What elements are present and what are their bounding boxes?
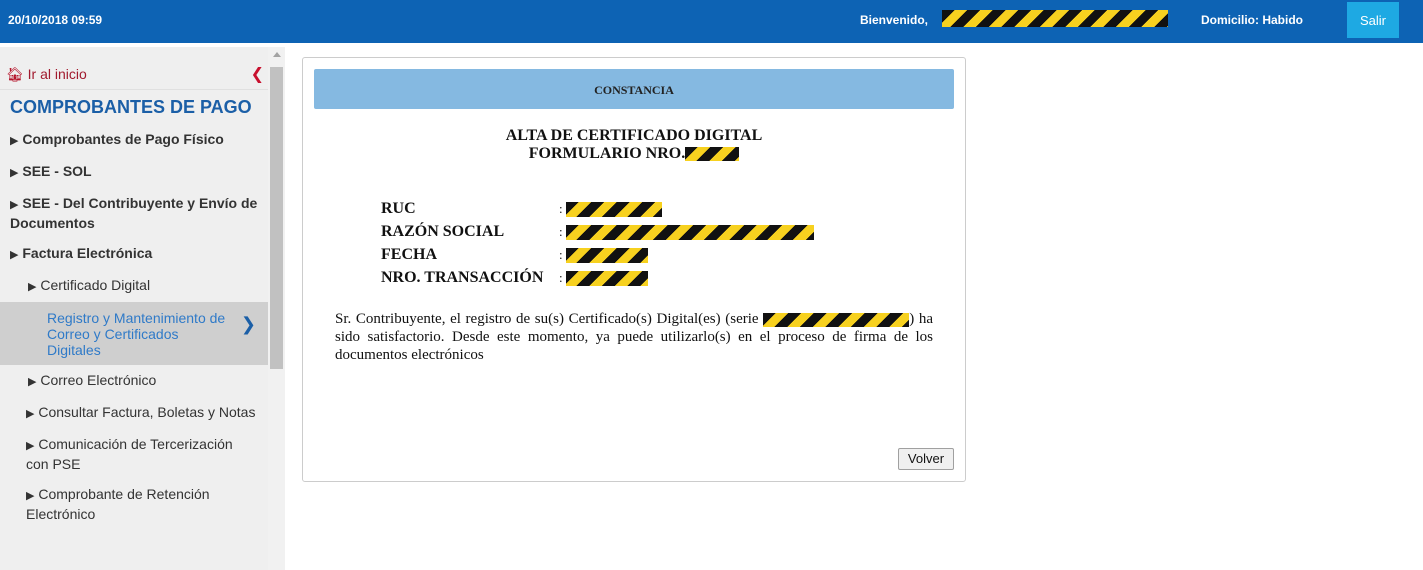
sidebar-item-factura-electronica[interactable]: ▶ Factura Electrónica bbox=[0, 238, 268, 270]
scroll-up-arrow-icon[interactable] bbox=[273, 52, 281, 57]
confirmation-message: Sr. Contribuyente, el registro de su(s) … bbox=[335, 310, 933, 364]
sidebar: 🏠︎ Ir al inicio ❮ COMPROBANTES DE PAGO ▶… bbox=[0, 47, 268, 570]
field-label: RAZÓN SOCIAL bbox=[381, 223, 505, 240]
sidebar-item-label: SEE - Del Contribuyente y Envío de Docum… bbox=[10, 195, 258, 231]
field-label: RUC bbox=[381, 200, 416, 217]
field-colon: : bbox=[559, 247, 563, 262]
form-number-label: FORMULARIO NRO. bbox=[528, 145, 686, 162]
scrollbar-thumb[interactable] bbox=[270, 67, 283, 369]
constancia-title: ALTA DE CERTIFICADO DIGITAL FORMULARIO N… bbox=[303, 127, 965, 163]
redacted-transaccion bbox=[565, 270, 648, 286]
top-bar: 20/10/2018 09:59 Bienvenido, Domicilio: … bbox=[0, 0, 1423, 43]
sidebar-item-comprobantes-fisico[interactable]: ▶ Comprobantes de Pago Físico bbox=[0, 124, 268, 156]
chevron-left-icon[interactable]: ❮ bbox=[251, 47, 264, 102]
sidebar-item-certificado-digital[interactable]: ▶ Certificado Digital bbox=[0, 270, 268, 302]
field-label: NRO. TRANSACCIÓN bbox=[381, 269, 544, 286]
sidebar-item-label: Comprobante de Retención Electrónico bbox=[26, 486, 210, 522]
field-ruc: RUC: bbox=[381, 197, 814, 220]
field-nro-transaccion: NRO. TRANSACCIÓN: bbox=[381, 266, 814, 289]
redacted-serie bbox=[763, 312, 910, 327]
welcome-label: Bienvenido, bbox=[860, 13, 929, 27]
triangle-right-icon: ▶ bbox=[26, 408, 35, 420]
sidebar-item-label: Certificado Digital bbox=[40, 277, 151, 293]
title-line-1: ALTA DE CERTIFICADO DIGITAL bbox=[505, 127, 763, 144]
redacted-username bbox=[942, 10, 1168, 27]
domicilio-status: Domicilio: Habido bbox=[1201, 13, 1303, 27]
sidebar-item-see-sol[interactable]: ▶ SEE - SOL bbox=[0, 156, 268, 188]
sidebar-item-consultar-factura[interactable]: ▶ Consultar Factura, Boletas y Notas bbox=[0, 397, 268, 429]
title-line-2: FORMULARIO NRO. bbox=[303, 145, 965, 163]
sidebar-item-label: Comprobantes de Pago Físico bbox=[22, 131, 224, 147]
field-razon-social: RAZÓN SOCIAL: bbox=[381, 220, 814, 243]
redacted-ruc bbox=[565, 201, 662, 217]
constancia-header: CONSTANCIA bbox=[314, 69, 954, 109]
home-link[interactable]: 🏠︎ Ir al inicio ❮ bbox=[0, 47, 268, 90]
sidebar-item-see-contribuyente[interactable]: ▶ SEE - Del Contribuyente y Envío de Doc… bbox=[0, 188, 268, 238]
redacted-fecha bbox=[565, 247, 648, 263]
sidebar-item-label: Correo Electrónico bbox=[40, 372, 157, 388]
sidebar-item-label: Consultar Factura, Boletas y Notas bbox=[38, 404, 256, 420]
sidebar-scrollbar[interactable] bbox=[268, 47, 285, 570]
sidebar-item-label: Comunicación de Tercerización con PSE bbox=[26, 436, 233, 472]
chevron-right-icon: ❯ bbox=[240, 314, 256, 334]
field-colon: : bbox=[559, 270, 563, 285]
triangle-right-icon: ▶ bbox=[28, 281, 37, 293]
triangle-right-icon: ▶ bbox=[28, 376, 37, 388]
sidebar-item-comprobante-retencion[interactable]: ▶ Comprobante de Retención Electrónico bbox=[0, 479, 268, 529]
field-label: FECHA bbox=[381, 246, 437, 263]
field-colon: : bbox=[559, 224, 563, 239]
triangle-right-icon: ▶ bbox=[10, 135, 19, 147]
home-link-label: Ir al inicio bbox=[27, 66, 87, 82]
sidebar-item-label: Registro y Mantenimiento de Correo y Cer… bbox=[47, 310, 226, 358]
message-part-1: Sr. Contribuyente, el registro de su(s) … bbox=[335, 311, 759, 327]
triangle-right-icon: ▶ bbox=[10, 199, 19, 211]
triangle-right-icon: ▶ bbox=[10, 249, 19, 261]
logout-button[interactable]: Salir bbox=[1347, 2, 1399, 38]
sidebar-item-registro-mantenimiento[interactable]: Registro y Mantenimiento de Correo y Cer… bbox=[0, 302, 268, 365]
session-datetime: 20/10/2018 09:59 bbox=[8, 13, 103, 27]
sidebar-item-tercerizacion-pse[interactable]: ▶ Comunicación de Tercerización con PSE bbox=[0, 429, 268, 479]
sidebar-item-label: SEE - SOL bbox=[22, 163, 92, 179]
redacted-razon-social bbox=[565, 224, 814, 240]
field-fecha: FECHA: bbox=[381, 243, 814, 266]
triangle-right-icon: ▶ bbox=[10, 167, 19, 179]
back-button[interactable]: Volver bbox=[898, 448, 954, 470]
sidebar-item-correo-electronico[interactable]: ▶ Correo Electrónico bbox=[0, 365, 268, 397]
constancia-panel: CONSTANCIA ALTA DE CERTIFICADO DIGITAL F… bbox=[302, 57, 966, 482]
triangle-right-icon: ▶ bbox=[26, 490, 35, 502]
section-title: COMPROBANTES DE PAGO bbox=[10, 97, 252, 117]
home-icon: 🏠︎ bbox=[6, 66, 24, 82]
triangle-right-icon: ▶ bbox=[26, 440, 35, 452]
sidebar-item-label: Factura Electrónica bbox=[22, 245, 153, 261]
field-colon: : bbox=[559, 201, 563, 216]
constancia-fields: RUC: RAZÓN SOCIAL: FECHA: NRO. TRANSACCI… bbox=[381, 197, 814, 289]
redacted-form-number bbox=[685, 147, 740, 162]
